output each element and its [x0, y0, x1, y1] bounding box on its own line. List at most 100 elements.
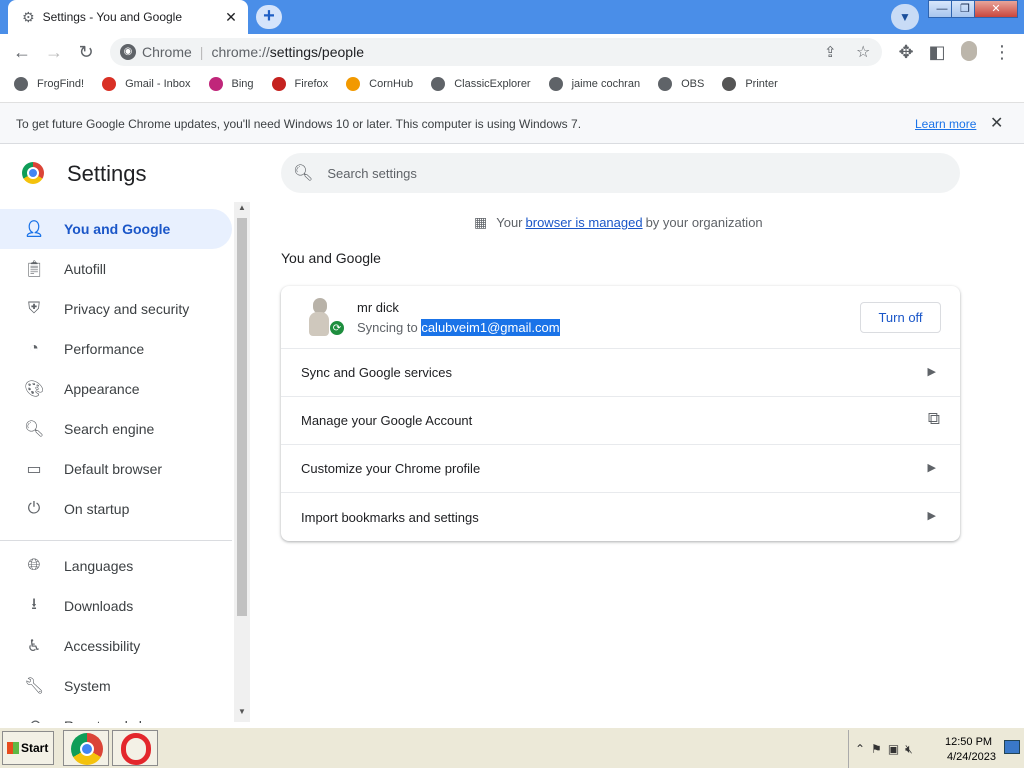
sidebar-item-default-browser[interactable]: ▭ Default browser — [0, 449, 232, 489]
sidebar-item-label: Privacy and security — [64, 301, 190, 317]
profile-row: ⟳ mr dick Syncing to calubveim1@gmail.co… — [281, 286, 960, 349]
managed-suffix: by your organization — [645, 215, 763, 230]
sidebar-item-label: System — [64, 678, 111, 694]
sidebar-item-label: Downloads — [64, 598, 134, 614]
scrollbar-thumb[interactable] — [237, 218, 247, 616]
tab-close-button[interactable]: ✕ — [222, 9, 240, 26]
bookmark-obs[interactable]: OBS — [658, 77, 704, 91]
bookmark-label: Printer — [745, 78, 778, 90]
tray-icons[interactable]: ⌃⚑▣🔇︎ — [855, 742, 919, 757]
sidebar-item-label: Search engine — [64, 421, 155, 437]
profile-name: mr dick — [357, 300, 399, 315]
sidebar-item-appearance[interactable]: 🎨︎ Appearance — [0, 369, 232, 409]
row-import-bookmarks-and-settings[interactable]: Import bookmarks and settings ▶ — [281, 493, 960, 541]
share-icon[interactable]: ⇪ — [824, 43, 837, 61]
bookmark-jaime-cochran[interactable]: jaime cochran — [548, 77, 640, 91]
scroll-down-icon[interactable]: ▼ — [234, 707, 250, 721]
search-input[interactable]: 🔍︎ Search settings — [281, 153, 960, 193]
search-icon: 🔍︎ — [24, 421, 45, 438]
bookmark-star-icon[interactable]: ☆ — [856, 42, 870, 62]
sidebar-item-label: You and Google — [64, 221, 171, 237]
sidebar-item-label: Appearance — [64, 381, 140, 397]
url-scheme: chrome:// — [211, 44, 270, 60]
url-path: settings/people — [269, 44, 364, 60]
sidebar-item-you-and-google[interactable]: 👤︎ You and Google — [0, 209, 232, 249]
taskbar-opera[interactable] — [112, 730, 158, 766]
row-manage-your-google-account[interactable]: Manage your Google Account ⧉ — [281, 397, 960, 445]
bookmark-cornhub[interactable]: CornHub — [346, 77, 413, 91]
bookmarks-bar: FrogFind! Gmail - Inbox Bing Firefox CornHub… — [0, 70, 1024, 98]
sidebar-item-accessibility[interactable]: ♿︎ Accessibility — [0, 626, 232, 666]
omnibox-chip-label: Chrome — [142, 44, 192, 60]
bookmark-bing[interactable]: Bing — [208, 77, 254, 91]
row-label: Sync and Google services — [301, 365, 453, 380]
you-and-google-card: ⟳ mr dick Syncing to calubveim1@gmail.co… — [281, 286, 960, 541]
section-title: You and Google — [281, 250, 381, 266]
forward-button[interactable]: → — [42, 41, 66, 63]
browser-icon: ▭ — [26, 461, 42, 478]
extensions-icon[interactable]: ✥ — [894, 41, 918, 63]
sidebar-item-search-engine[interactable]: 🔍︎ Search engine — [0, 409, 232, 449]
clock-time[interactable]: 12:50 PM — [945, 736, 992, 748]
chrome-logo — [22, 162, 44, 184]
sidebar-item-performance[interactable]: ◔ Performance — [0, 329, 232, 369]
start-button[interactable]: Start — [2, 731, 54, 765]
taskbar: Start ⌃⚑▣🔇︎ 12:50 PM 4/24/2023 — [0, 726, 1024, 768]
sidebar-scrollbar[interactable]: ▲ ▼ — [234, 202, 250, 722]
tab-search-button[interactable]: ▼ — [891, 4, 919, 30]
bookmark-gmail-inbox[interactable]: Gmail - Inbox — [102, 77, 191, 91]
browser-managed-link[interactable]: browser is managed — [526, 215, 643, 230]
menu-kebab-icon[interactable]: ⋮ — [990, 41, 1014, 63]
gear-icon: ⚙ — [22, 8, 35, 25]
cups-icon — [722, 77, 737, 91]
profile-avatar[interactable] — [957, 41, 981, 63]
sidebar-item-languages[interactable]: 🌐︎ Languages — [0, 546, 232, 586]
bookmark-classicexplorer[interactable]: ClassicExplorer — [431, 77, 531, 91]
globe-icon — [14, 77, 28, 91]
reset-icon: ⟲ — [24, 716, 44, 723]
row-customize-your-chrome-profile[interactable]: Customize your Chrome profile ▶ — [281, 445, 960, 493]
scroll-up-icon[interactable]: ▲ — [234, 203, 250, 217]
sidebar-item-reset-and-clean-up[interactable]: ⟲ Reset and clean up — [0, 706, 232, 723]
tab-strip: ⚙ Settings - You and Google ✕ + ▼ — ❐ ✕ — [0, 0, 1024, 34]
active-tab[interactable]: ⚙ Settings - You and Google ✕ — [8, 0, 248, 34]
chevron-right-icon: ▶ — [927, 510, 936, 522]
sidebar-item-downloads[interactable]: ⭳ Downloads — [0, 586, 232, 626]
search-placeholder: Search settings — [327, 165, 417, 181]
sidebar-item-autofill[interactable]: 📋︎ Autofill — [0, 249, 232, 289]
back-button[interactable]: ← — [10, 41, 34, 63]
shield-icon: ⛨ — [27, 300, 40, 317]
taskbar-chrome[interactable] — [63, 730, 109, 766]
row-sync-and-google-services[interactable]: Sync and Google services ▶ — [281, 349, 960, 397]
page-title: Settings — [67, 161, 147, 186]
bookmark-frogfind-[interactable]: FrogFind! — [14, 77, 84, 91]
turn-off-button[interactable]: Turn off — [860, 302, 941, 333]
close-window-button[interactable]: ✕ — [974, 0, 1018, 18]
sync-prefix: Syncing to — [357, 320, 418, 335]
sidebar-item-on-startup[interactable]: ⏻ On startup — [0, 489, 232, 529]
power-icon: ⏻ — [27, 500, 41, 517]
bookmark-firefox[interactable]: Firefox — [271, 77, 328, 91]
clock-date[interactable]: 4/24/2023 — [947, 751, 996, 763]
side-panel-icon[interactable]: ◧ — [925, 41, 949, 63]
managed-notice: ▦ Your browser is managed by your organi… — [474, 214, 763, 231]
palette-icon: 🎨︎ — [24, 381, 45, 398]
globe-icon — [658, 77, 673, 91]
close-icon[interactable]: ✕ — [990, 113, 1003, 133]
learn-more-link[interactable]: Learn more — [915, 117, 976, 131]
network-icon[interactable] — [1004, 740, 1020, 754]
managed-prefix: Your — [496, 215, 523, 230]
new-tab-button[interactable]: + — [256, 5, 282, 29]
sidebar-item-label: Autofill — [64, 261, 107, 277]
gmail-icon — [102, 77, 117, 91]
row-label: Customize your Chrome profile — [301, 461, 481, 476]
chevron-right-icon: ▶ — [927, 462, 936, 474]
reload-button[interactable]: ↻ — [74, 41, 98, 63]
sidebar-item-privacy-and-security[interactable]: ⛨ Privacy and security — [0, 289, 232, 329]
sidebar-item-system[interactable]: 🔧︎ System — [0, 666, 232, 706]
chrome-site-icon: ◉ — [120, 44, 136, 60]
settings-sidebar: 👤︎ You and Google 📋︎ Autofill ⛨ Privacy and s… — [0, 205, 250, 723]
address-bar[interactable]: ◉ Chrome | chrome:// settings/people ⇪ ☆ — [110, 38, 882, 66]
bookmark-printer[interactable]: Printer — [722, 77, 778, 91]
wrench-icon: 🔧︎ — [24, 678, 45, 695]
